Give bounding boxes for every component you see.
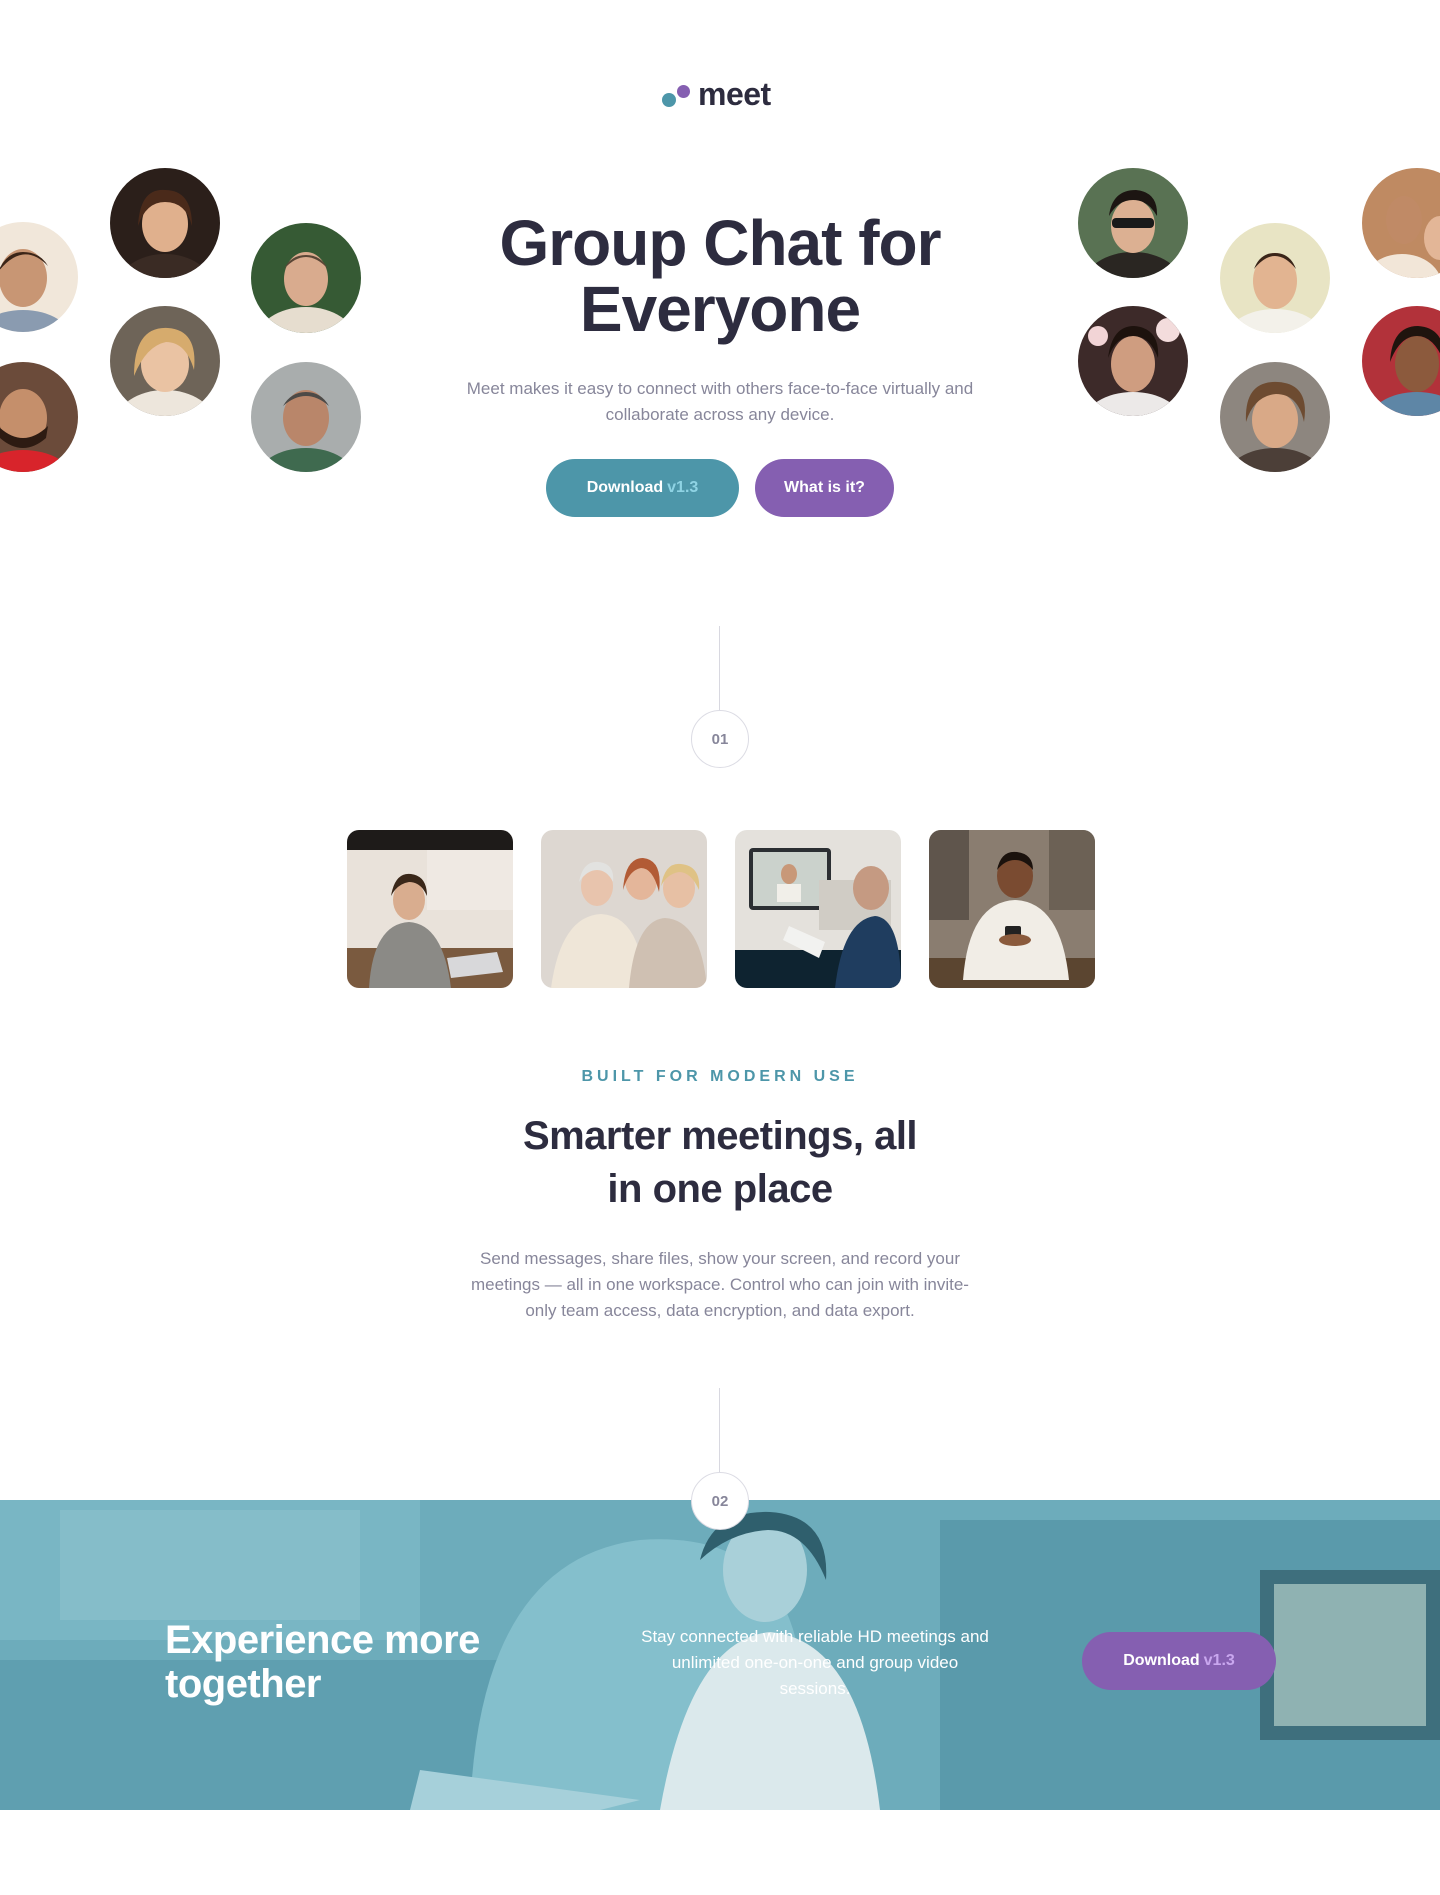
avatar-person-icon: [0, 362, 78, 472]
banner-download-button[interactable]: Download v1.3: [1082, 1632, 1276, 1690]
avatar-person-icon: [0, 222, 78, 332]
cta-banner: Experience more together Stay connected …: [0, 1500, 1440, 1810]
hero-title-line2: Everyone: [579, 273, 861, 345]
download-button[interactable]: Download v1.3: [546, 459, 739, 517]
avatar-person-icon: [251, 362, 361, 472]
banner-title-line2: together: [165, 1662, 322, 1706]
download-button-version: v1.3: [667, 479, 699, 496]
avatar-person-icon: [1220, 223, 1330, 333]
logo-text: meet: [698, 75, 771, 112]
section-title: Smarter meetings, all in one place: [470, 1110, 970, 1216]
hero-title-line1: Group Chat for: [499, 207, 941, 279]
logo[interactable]: meet: [660, 74, 782, 114]
avatar-person-icon: [251, 223, 361, 333]
avatar-person-icon: [1362, 168, 1440, 278]
two-dots-logo-icon: [660, 79, 694, 109]
what-is-it-label: What is it?: [784, 479, 865, 496]
avatar-person-icon: [110, 306, 220, 416]
photo-tile-woman-laptop: [347, 830, 513, 988]
hero-subtitle: Meet makes it easy to connect with other…: [466, 379, 974, 424]
banner-title: Experience more together: [165, 1618, 525, 1706]
photo-tile-man-phone: [929, 830, 1095, 988]
what-is-it-button[interactable]: What is it?: [755, 459, 894, 517]
section-eyebrow: BUILT FOR MODERN USE: [581, 1068, 859, 1085]
hero-title: Group Chat for Everyone: [420, 210, 1020, 342]
step-badge-02: 02: [691, 1472, 749, 1530]
avatar-person-icon: [1362, 306, 1440, 416]
step-connector-line: [719, 1388, 720, 1474]
download-button-label: Download: [586, 479, 664, 496]
avatar-person-icon: [1078, 306, 1188, 416]
section-body: Send messages, share files, show your sc…: [471, 1249, 969, 1320]
banner-title-line1: Experience more: [165, 1618, 480, 1662]
banner-download-label: Download: [1123, 1652, 1200, 1669]
section-title-line1: Smarter meetings, all: [522, 1114, 918, 1158]
photo-tile-women-phone: [541, 830, 707, 988]
banner-text: Stay connected with reliable HD meetings…: [641, 1627, 989, 1698]
banner-download-version: v1.3: [1203, 1652, 1235, 1669]
step-connector-line: [719, 626, 720, 710]
avatar-person-icon: [1078, 168, 1188, 278]
section-title-line2: in one place: [607, 1167, 833, 1211]
avatar-person-icon: [110, 168, 220, 278]
step-badge-01: 01: [691, 710, 749, 768]
avatar-person-icon: [1220, 362, 1330, 472]
photo-tile-video-call: [735, 830, 901, 988]
